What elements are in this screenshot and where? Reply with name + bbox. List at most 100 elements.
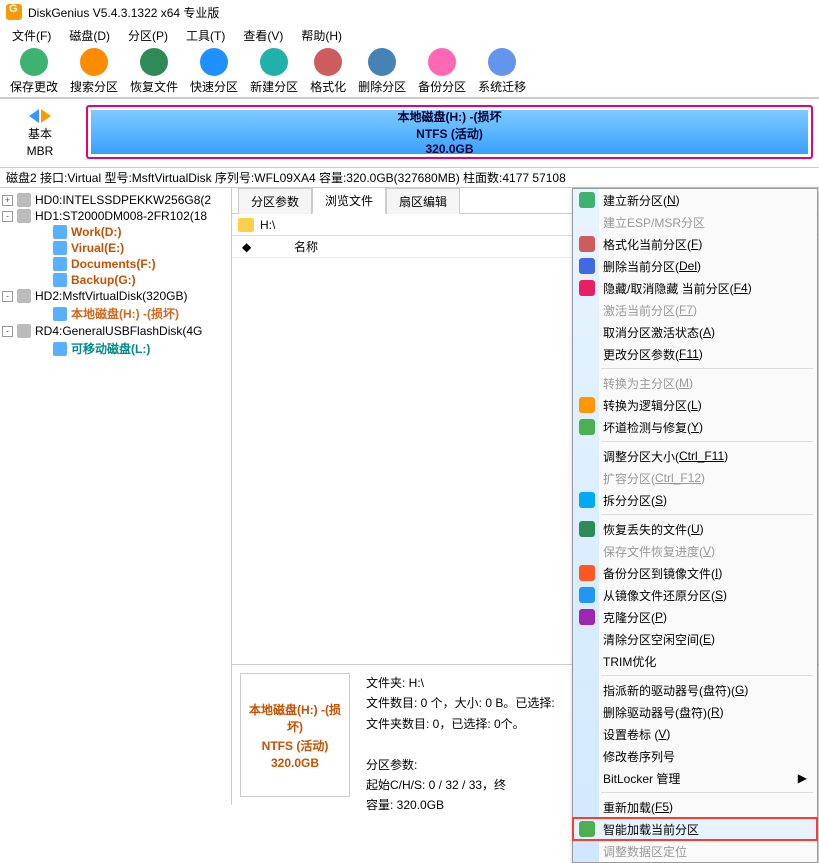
context-menu-item[interactable]: TRIM优化	[573, 650, 817, 672]
expand-icon[interactable]: -	[2, 291, 13, 302]
menu-icon	[579, 280, 595, 296]
hdd-icon	[17, 209, 31, 223]
toolbar-label: 快速分区	[190, 78, 238, 95]
context-menu-item[interactable]: 调整分区大小(Ctrl_F11)	[573, 445, 817, 467]
context-menu-item[interactable]: 删除驱动器号(盘符)(R)	[573, 701, 817, 723]
context-menu-item[interactable]: 从镜像文件还原分区(S)	[573, 584, 817, 606]
tree-partition[interactable]: Work(D:)	[2, 224, 229, 240]
expand-icon[interactable]: +	[2, 195, 13, 206]
context-menu-item[interactable]: 克隆分区(P)	[573, 606, 817, 628]
status-text: 磁盘2 接口:Virtual 型号:MsftVirtualDisk 序列号:WF…	[6, 169, 566, 186]
menu-icon	[579, 609, 595, 625]
menu-item[interactable]: 帮助(H)	[293, 25, 350, 46]
toolbar-label: 恢复文件	[130, 78, 178, 95]
prev-disk-icon[interactable]	[29, 109, 39, 123]
hdd-icon	[17, 193, 31, 207]
disk-status-line: 磁盘2 接口:Virtual 型号:MsftVirtualDisk 序列号:WF…	[0, 168, 819, 188]
toolbar-button[interactable]: 快速分区	[184, 46, 244, 97]
menu-item[interactable]: 分区(P)	[120, 25, 176, 46]
context-menu-item[interactable]: 删除当前分区(Del)	[573, 255, 817, 277]
menu-item[interactable]: 查看(V)	[235, 25, 291, 46]
menu-icon	[579, 565, 595, 581]
context-menu-item[interactable]: 取消分区激活状态(A)	[573, 321, 817, 343]
partition-block[interactable]: 本地磁盘(H:) -(损坏 NTFS (活动) 320.0GB	[91, 110, 808, 154]
tree-partition[interactable]: 可移动磁盘(L:)	[2, 339, 229, 358]
toolbar-button[interactable]: 备份分区	[412, 46, 472, 97]
next-disk-icon[interactable]	[41, 109, 51, 123]
toolbar-button[interactable]: 格式化	[304, 46, 352, 97]
menu-item[interactable]: 文件(F)	[4, 25, 59, 46]
tab[interactable]: 浏览文件	[312, 187, 386, 214]
path-text: H:\	[260, 218, 275, 232]
tree-partition[interactable]: Documents(F:)	[2, 256, 229, 272]
tree-label: HD2:MsftVirtualDisk(320GB)	[35, 289, 187, 303]
context-menu-item: 激活当前分区(F7)	[573, 299, 817, 321]
context-menu-item[interactable]: 拆分分区(S)	[573, 489, 817, 511]
folder-icon	[238, 218, 254, 232]
tree-disk[interactable]: -RD4:GeneralUSBFlashDisk(4G	[2, 323, 229, 339]
tree-label: 本地磁盘(H:) -(损坏)	[71, 305, 179, 322]
titlebar: DiskGenius V5.4.3.1322 x64 专业版	[0, 0, 819, 24]
context-menu-item[interactable]: 重新加载(F5)	[573, 796, 817, 818]
context-menu-item[interactable]: 清除分区空闲空间(E)	[573, 628, 817, 650]
context-menu-item[interactable]: 修改卷序列号	[573, 745, 817, 767]
context-menu-item[interactable]: 建立新分区(N)	[573, 189, 817, 211]
toolbar-button[interactable]: 搜索分区	[64, 46, 124, 97]
menubar: 文件(F)磁盘(D)分区(P)工具(T)查看(V)帮助(H)	[0, 24, 819, 46]
tab[interactable]: 分区参数	[238, 188, 312, 214]
context-menu-item[interactable]: 坏道检测与修复(Y)	[573, 416, 817, 438]
context-menu-item: 扩容分区(Ctrl_F12)	[573, 467, 817, 489]
expand-icon[interactable]: -	[2, 211, 13, 222]
context-menu-item[interactable]: 设置卷标 (V)	[573, 723, 817, 745]
tree-disk[interactable]: -HD1:ST2000DM008-2FR102(18	[2, 208, 229, 224]
context-menu-item[interactable]: 指派新的驱动器号(盘符)(G)	[573, 679, 817, 701]
context-menu-item[interactable]: 转换为逻辑分区(L)	[573, 394, 817, 416]
context-menu-item[interactable]: 隐藏/取消隐藏 当前分区(F4)	[573, 277, 817, 299]
menu-icon	[579, 821, 595, 837]
partition-icon	[53, 342, 67, 356]
toolbar-button[interactable]: 系统迁移	[472, 46, 532, 97]
menu-item[interactable]: 工具(T)	[178, 25, 233, 46]
context-menu-item[interactable]: 恢复丢失的文件(U)	[573, 518, 817, 540]
partition-strip[interactable]: 本地磁盘(H:) -(损坏 NTFS (活动) 320.0GB	[86, 105, 813, 159]
tree-partition[interactable]: 本地磁盘(H:) -(损坏)	[2, 304, 229, 323]
menu-item[interactable]: 磁盘(D)	[61, 25, 118, 46]
tree-partition[interactable]: Virual(E:)	[2, 240, 229, 256]
expand-icon[interactable]: -	[2, 326, 13, 337]
app-logo-icon	[6, 4, 22, 20]
hdd-icon	[17, 324, 31, 338]
context-menu-item[interactable]: 备份分区到镜像文件(I)	[573, 562, 817, 584]
toolbar-icon	[368, 48, 396, 76]
toolbar-button[interactable]: 保存更改	[4, 46, 64, 97]
submenu-arrow-icon: ▶	[798, 771, 807, 785]
partition-icon	[53, 257, 67, 271]
tree-disk[interactable]: - HD2:MsftVirtualDisk(320GB)	[2, 288, 229, 304]
toolbar-label: 保存更改	[10, 78, 58, 95]
toolbar-icon	[314, 48, 342, 76]
tree-disk[interactable]: +HD0:INTELSSDPEKKW256G8(2	[2, 192, 229, 208]
context-menu-item[interactable]: 智能加载当前分区	[573, 818, 817, 840]
context-menu-item: 建立ESP/MSR分区	[573, 211, 817, 233]
toolbar-label: 备份分区	[418, 78, 466, 95]
disk-strip: 基本 MBR 本地磁盘(H:) -(损坏 NTFS (活动) 320.0GB	[0, 98, 819, 168]
context-menu-item[interactable]: BitLocker 管理▶	[573, 767, 817, 789]
partition-icon	[53, 241, 67, 255]
partition-fs: NTFS (活动)	[416, 125, 483, 142]
context-menu-item: 保存文件恢复进度(V)	[573, 540, 817, 562]
tree-partition[interactable]: Backup(G:)	[2, 272, 229, 288]
tree-label: Work(D:)	[71, 225, 121, 239]
disk-tree[interactable]: +HD0:INTELSSDPEKKW256G8(2-HD1:ST2000DM00…	[0, 188, 232, 805]
toolbar-label: 删除分区	[358, 78, 406, 95]
col-name[interactable]: 名称	[294, 238, 318, 255]
main-body: +HD0:INTELSSDPEKKW256G8(2-HD1:ST2000DM00…	[0, 188, 819, 805]
context-menu-item[interactable]: 格式化当前分区(F)	[573, 233, 817, 255]
toolbar-icon	[488, 48, 516, 76]
menu-icon	[579, 587, 595, 603]
toolbar-button[interactable]: 新建分区	[244, 46, 304, 97]
context-menu-item[interactable]: 更改分区参数(F11)	[573, 343, 817, 365]
tab[interactable]: 扇区编辑	[386, 188, 460, 214]
toolbar-button[interactable]: 恢复文件	[124, 46, 184, 97]
toolbar-button[interactable]: 删除分区	[352, 46, 412, 97]
tree-label: Virual(E:)	[71, 241, 124, 255]
toolbar-icon	[80, 48, 108, 76]
